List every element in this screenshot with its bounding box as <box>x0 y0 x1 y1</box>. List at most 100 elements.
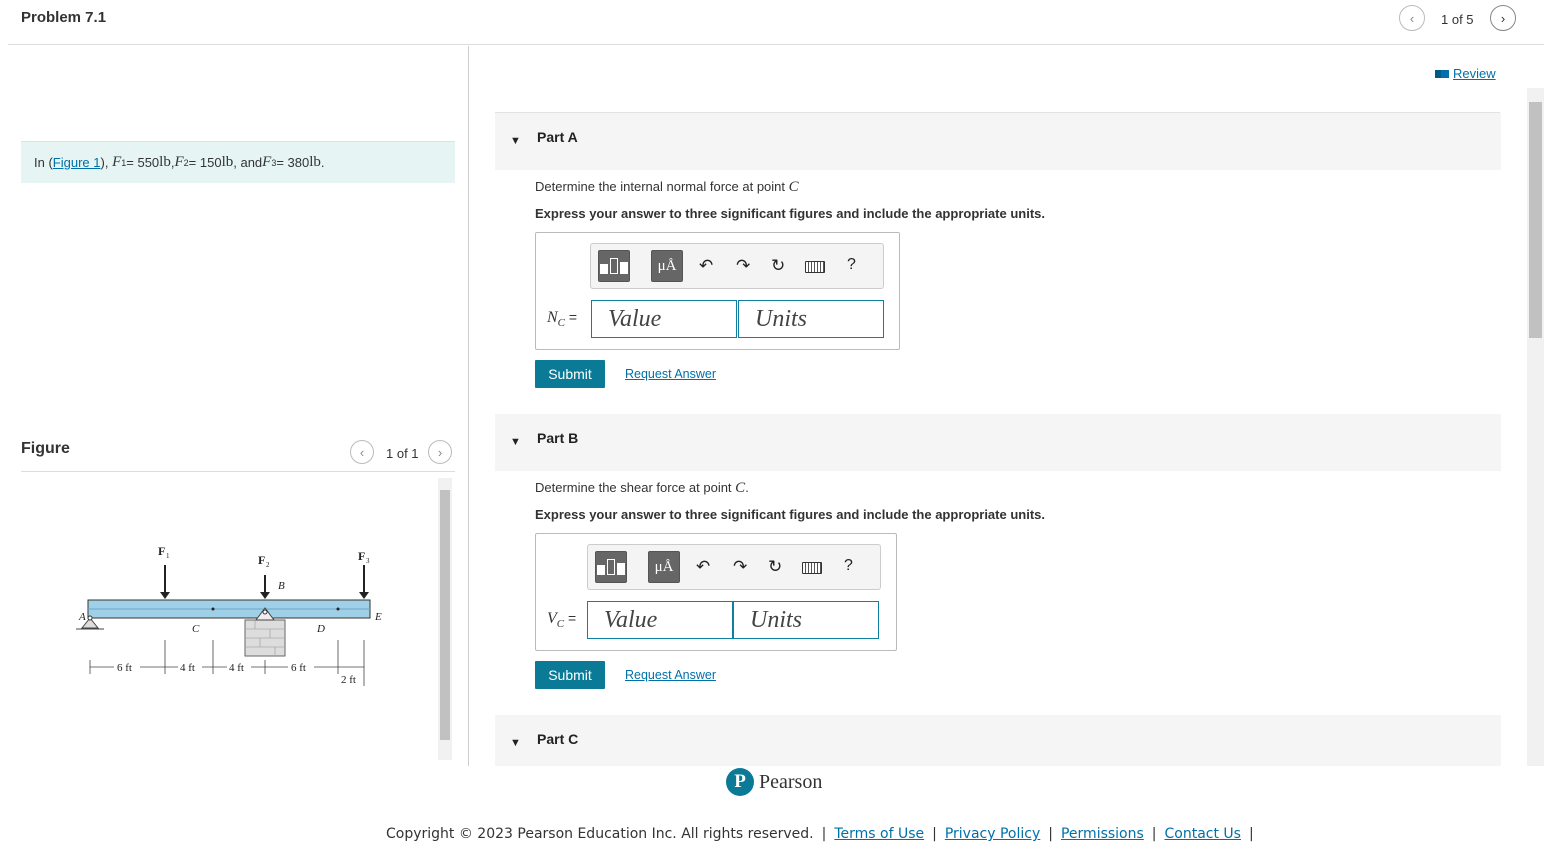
statement-prefix: In ( <box>34 155 53 170</box>
part-c-title: Part C <box>537 731 579 747</box>
next-problem-button[interactable]: › <box>1490 5 1516 31</box>
footer-separator: | <box>1248 826 1254 842</box>
math-toolbar: μÅ ↶ ↷ ↻ ? <box>590 243 884 289</box>
footer-separator: | <box>1048 826 1053 842</box>
point-d-label: D <box>316 623 325 635</box>
footer: Copyright © 2023 Pearson Education Inc. … <box>386 826 1262 842</box>
point-e-label: E <box>374 611 382 623</box>
footer-separator: | <box>1151 826 1157 842</box>
dim-2ft: 2 ft <box>341 674 356 686</box>
f2-unit: lb <box>221 154 234 170</box>
problem-pager: 1 of 5 <box>1441 12 1474 27</box>
units-input[interactable]: Units <box>733 601 879 639</box>
footer-separator: | <box>932 826 937 842</box>
period: . <box>320 155 325 170</box>
part-b-header[interactable]: ▼ Part B <box>495 414 1501 471</box>
nc-label: NC = <box>547 309 577 329</box>
f3-value: = 380 <box>276 155 310 170</box>
units-input[interactable]: Units <box>738 300 884 338</box>
request-answer-link[interactable]: Request Answer <box>625 668 716 682</box>
templates-icon <box>600 258 628 274</box>
next-figure-button[interactable]: › <box>428 440 452 464</box>
part-a-instruction: Express your answer to three significant… <box>535 206 1045 221</box>
f1-unit: lb <box>159 154 171 170</box>
prev-problem-button[interactable]: ‹ <box>1399 5 1425 31</box>
review-link[interactable]: Review <box>1435 66 1496 81</box>
pearson-wordmark: Pearson <box>759 770 823 793</box>
point-b-label: B <box>278 580 285 592</box>
book-icon <box>1435 69 1449 78</box>
part-b-question-end: . <box>745 480 749 495</box>
dim-6ft-left: 6 ft <box>117 662 132 674</box>
part-a-header[interactable]: ▼ Part A <box>495 113 1501 170</box>
figure-divider <box>21 471 455 472</box>
value-input[interactable]: Value <box>591 300 737 338</box>
f2-figure-subscript: 2 <box>266 561 270 569</box>
vc-symbol: V <box>547 610 557 627</box>
math-toolbar: μÅ ↶ ↷ ↻ ? <box>587 544 881 590</box>
f2-symbol: F <box>174 154 184 170</box>
part-b-question: Determine the shear force at point C. <box>535 480 749 497</box>
redo-icon[interactable]: ↷ <box>733 557 747 577</box>
units-button[interactable]: μÅ <box>648 551 680 583</box>
figure-scrollbar-thumb[interactable] <box>440 490 450 740</box>
undo-icon[interactable]: ↶ <box>699 256 713 276</box>
help-button[interactable]: ? <box>844 557 853 575</box>
pearson-logo-icon: P <box>726 768 754 796</box>
f1-figure-subscript: 1 <box>166 552 170 560</box>
pearson-logo: P Pearson <box>726 768 822 796</box>
contact-us-link[interactable]: Contact Us <box>1165 826 1241 842</box>
units-button[interactable]: μÅ <box>651 250 683 282</box>
dim-6ft-right: 6 ft <box>291 662 306 674</box>
keyboard-icon[interactable] <box>802 559 822 579</box>
request-answer-link[interactable]: Request Answer <box>625 367 716 381</box>
beam-figure: F 1 F 2 F 3 A B C D E 6 ft 4 ft 4 ft 6 f… <box>76 544 382 686</box>
collapse-arrow-icon[interactable]: ▼ <box>510 436 521 448</box>
help-button[interactable]: ? <box>847 256 856 274</box>
reset-icon[interactable]: ↻ <box>771 256 785 276</box>
collapse-arrow-icon[interactable]: ▼ <box>510 737 521 749</box>
problem-title: Problem 7.1 <box>21 9 107 26</box>
redo-icon[interactable]: ↷ <box>736 256 750 276</box>
f3-figure-subscript: 3 <box>366 557 370 565</box>
privacy-policy-link[interactable]: Privacy Policy <box>945 826 1040 842</box>
problem-statement: In (Figure 1), F1 = 550 lb, F2 = 150 lb,… <box>21 141 455 183</box>
submit-button[interactable]: Submit <box>535 661 605 689</box>
keyboard-icon[interactable] <box>805 258 825 278</box>
permissions-link[interactable]: Permissions <box>1061 826 1144 842</box>
chevron-right-icon: › <box>437 444 443 460</box>
collapse-arrow-icon[interactable]: ▼ <box>510 135 521 147</box>
dim-4ft-b: 4 ft <box>229 662 244 674</box>
submit-button[interactable]: Submit <box>535 360 605 388</box>
figure-pager: 1 of 1 <box>386 446 419 461</box>
main-scrollbar-thumb[interactable] <box>1529 102 1542 338</box>
reset-icon[interactable]: ↻ <box>768 557 782 577</box>
and-text: , and <box>233 155 263 170</box>
vc-equals: = <box>564 610 577 626</box>
nc-equals: = <box>565 309 578 325</box>
templates-button[interactable] <box>595 551 627 583</box>
part-b-title: Part B <box>537 430 579 446</box>
figure-link[interactable]: Figure 1 <box>53 155 101 170</box>
part-a-question: Determine the internal normal force at p… <box>535 179 799 196</box>
value-input[interactable]: Value <box>587 601 733 639</box>
dim-4ft-a: 4 ft <box>180 662 195 674</box>
point-a-label: A <box>78 611 86 623</box>
templates-icon <box>597 559 625 575</box>
review-label: Review <box>1453 66 1496 81</box>
undo-icon[interactable]: ↶ <box>696 557 710 577</box>
f1-figure-label: F <box>158 544 165 558</box>
templates-button[interactable] <box>598 250 630 282</box>
vc-label: VC = <box>547 610 576 630</box>
part-c-header[interactable]: ▼ Part C <box>495 715 1501 766</box>
part-b-question-text: Determine the shear force at point <box>535 480 736 495</box>
terms-of-use-link[interactable]: Terms of Use <box>834 826 924 842</box>
nc-symbol: N <box>547 309 558 326</box>
copyright-text: Copyright © 2023 Pearson Education Inc. … <box>386 826 814 842</box>
figure-heading: Figure <box>21 440 70 457</box>
prev-figure-button[interactable]: ‹ <box>350 440 374 464</box>
f2-value: = 150 <box>188 155 222 170</box>
chevron-right-icon: › <box>1500 10 1506 26</box>
nc-subscript: C <box>557 316 566 329</box>
part-a-question-text: Determine the internal normal force at p… <box>535 179 789 194</box>
